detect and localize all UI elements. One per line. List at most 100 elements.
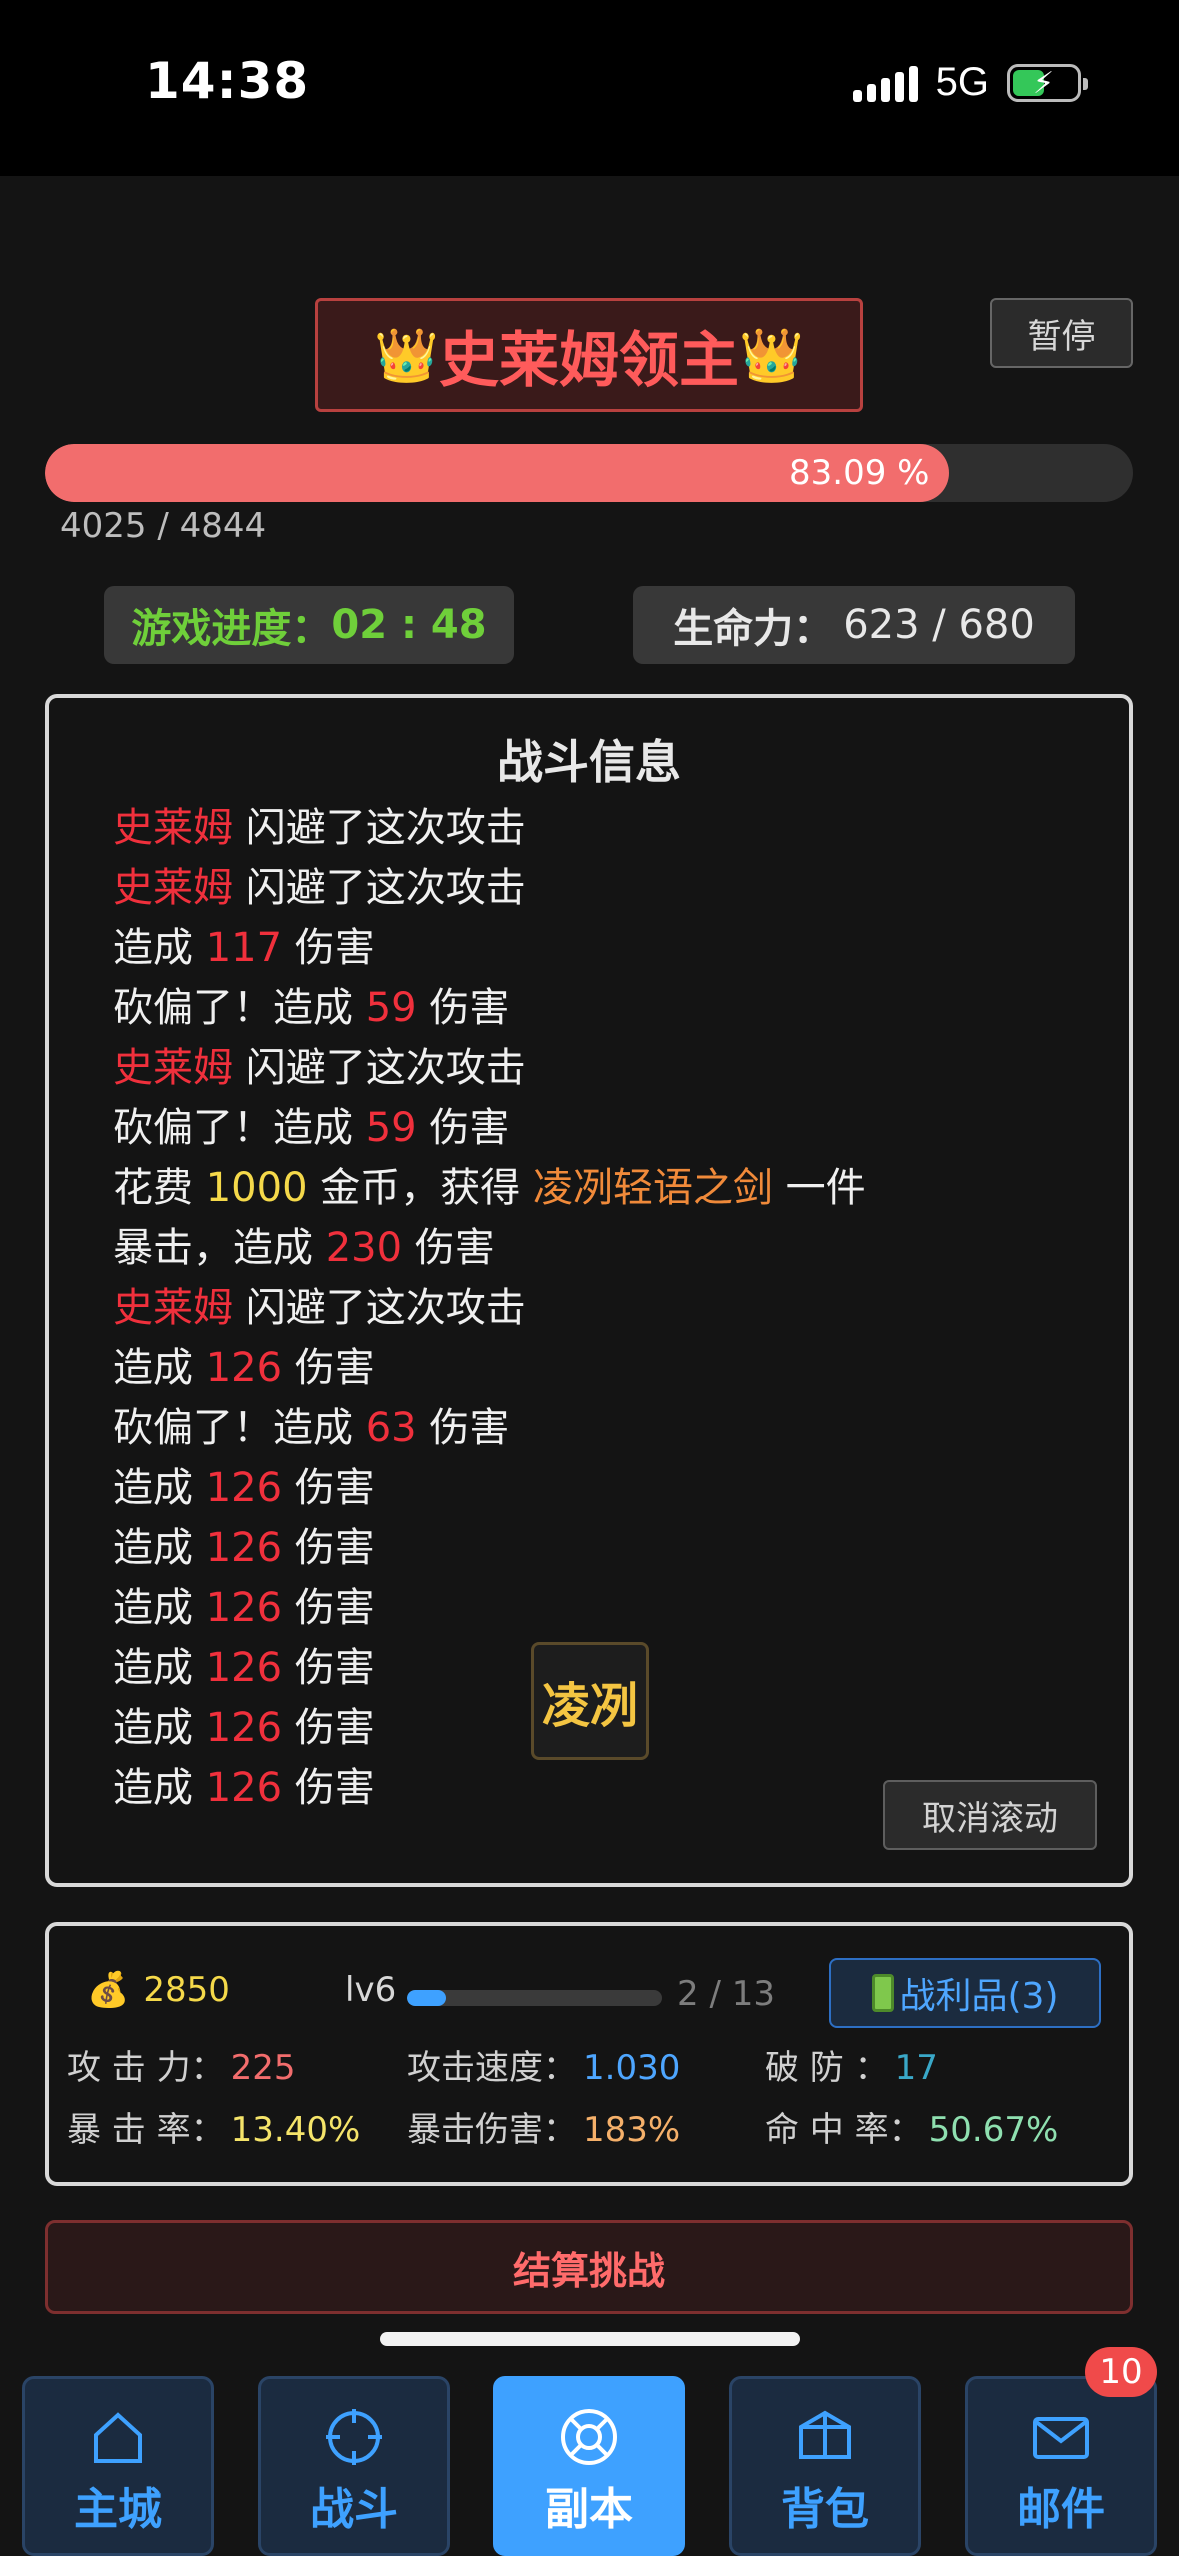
crown-icon: 👑: [739, 325, 804, 386]
battle-log-segment: 造成: [113, 1525, 206, 1571]
battle-log-line: 造成 126 伤害: [113, 1458, 1073, 1518]
stat-hit-rate: 命 中 率： 50.67%: [765, 2110, 1059, 2150]
status-time: 14:38: [145, 52, 310, 110]
battery-icon: ⚡: [1007, 63, 1088, 102]
battle-log-segment: 126: [205, 1705, 283, 1751]
skill-icon[interactable]: 凌冽: [531, 1642, 649, 1760]
mail-badge: 10: [1085, 2347, 1157, 2397]
battle-log-segment: 闪避了这次攻击: [233, 865, 526, 911]
battle-log-segment: 1000: [205, 1165, 308, 1211]
battle-log-segment: 造成: [113, 925, 206, 971]
battle-log-segment: 凌冽轻语之剑: [532, 1165, 773, 1211]
battle-log-segment: 造成: [113, 1645, 206, 1691]
battle-log-segment: 59: [365, 1105, 417, 1151]
battle-log-segment: 伤害: [282, 1585, 375, 1631]
stat-attack-speed: 攻击速度： 1.030: [407, 2048, 681, 2088]
battle-log-segment: 砍偏了！造成: [113, 1105, 366, 1151]
nav-battle[interactable]: 战斗: [258, 2376, 450, 2556]
gold-display: 💰 2850: [87, 1970, 230, 2010]
stat-attack: 攻 击 力： 225: [67, 2048, 296, 2088]
player-stats-panel: 💰 2850 lv6 2 / 13 战利品(3) 攻 击 力： 225 攻击速度：…: [45, 1922, 1133, 2186]
battle-log-line: 砍偏了！造成 63 伤害: [113, 1398, 1073, 1458]
battle-log-segment: 伤害: [416, 1405, 510, 1451]
battle-log-line: 史莱姆 闪避了这次攻击: [113, 1278, 1073, 1338]
battle-log-segment: 史莱姆: [113, 865, 233, 911]
status-indicators: 5G ⚡: [852, 60, 1088, 105]
loot-label: 战利品(3): [899, 1976, 1059, 2017]
battle-log-line: 史莱姆 闪避了这次攻击: [113, 798, 1073, 858]
vitality-value: 623 / 680: [843, 602, 1035, 648]
battle-log-segment: 造成: [113, 1765, 206, 1811]
nav-backpack[interactable]: 背包: [729, 2376, 921, 2556]
stat-crit-rate: 暴 击 率： 13.40%: [67, 2110, 361, 2150]
battle-info-panel[interactable]: 战斗信息 史莱姆 闪避了这次攻击 史莱姆 闪避了这次攻击 造成 117 伤害 砍偏了！…: [45, 694, 1133, 1887]
battle-log-line: 造成 126 伤害: [113, 1338, 1073, 1398]
game-progress-value: 02 : 48: [331, 602, 487, 648]
battle-log-segment: 126: [205, 1585, 283, 1631]
boss-name: 史莱姆领主: [439, 325, 739, 396]
battle-log-segment: 砍偏了！造成: [113, 1405, 366, 1451]
battle-log-line: 造成 117 伤害: [113, 918, 1073, 978]
home-indicator[interactable]: [380, 2332, 800, 2346]
boss-hp-bar: 83.09 %: [45, 444, 1133, 502]
battle-log-line: 造成 126 伤害: [113, 1578, 1073, 1638]
lifebuoy-icon: [561, 2409, 617, 2465]
xp-text: 2 / 13: [677, 1974, 775, 2014]
battle-log-segment: 史莱姆: [113, 1045, 233, 1091]
vitality-label: 生命力：: [673, 606, 834, 652]
signal-icon: [852, 64, 918, 102]
xp-bar: [407, 1990, 662, 2006]
nav-mail[interactable]: 邮件: [965, 2376, 1157, 2556]
network-type: 5G: [935, 60, 989, 104]
battle-log-segment: 230: [325, 1225, 403, 1271]
stat-armor-pen: 破 防 ： 17: [765, 2048, 938, 2088]
game-progress-pill: 游戏进度： 02 : 48: [104, 586, 514, 664]
boss-hp-text: 4025 / 4844: [60, 506, 267, 546]
nav-main-city[interactable]: 主城: [22, 2376, 214, 2556]
battle-log-line: 花费 1000 金币，获得 凌冽轻语之剑 一件: [113, 1158, 1073, 1218]
loot-button[interactable]: 战利品(3): [829, 1958, 1101, 2028]
battery-loot-icon: [871, 1974, 894, 2012]
battle-log-segment: 伤害: [402, 1225, 495, 1271]
battle-log-line: 砍偏了！造成 59 伤害: [113, 1098, 1073, 1158]
battle-log-segment: 闪避了这次攻击: [233, 1285, 526, 1331]
battle-log-segment: 伤害: [282, 1765, 375, 1811]
battle-log-line: 砍偏了！造成 59 伤害: [113, 978, 1073, 1038]
player-level: lv6: [345, 1970, 397, 2010]
battle-log-segment: 伤害: [282, 1465, 375, 1511]
vitality-pill: 生命力： 623 / 680: [633, 586, 1075, 664]
stat-crit-damage: 暴击伤害： 183%: [407, 2110, 681, 2150]
battle-log-segment: 126: [205, 1345, 283, 1391]
pause-button[interactable]: 暂停: [990, 298, 1133, 368]
battle-log-segment: 砍偏了！造成: [113, 985, 366, 1031]
battle-log-segment: 伤害: [416, 1105, 510, 1151]
cancel-scroll-button[interactable]: 取消滚动: [883, 1780, 1097, 1850]
battle-log-segment: 59: [365, 985, 417, 1031]
battle-log-segment: 伤害: [282, 1645, 375, 1691]
battle-log-segment: 伤害: [282, 925, 375, 971]
battle-log-segment: 闪避了这次攻击: [233, 805, 526, 851]
boss-name-banner: 👑 史莱姆领主 👑: [315, 298, 863, 412]
home-icon: [94, 2412, 142, 2463]
mail-icon: [1033, 2417, 1089, 2459]
battle-log-segment: 闪避了这次攻击: [233, 1045, 526, 1091]
status-bar: 14:38 5G ⚡: [0, 0, 1179, 176]
battle-log-segment: 伤害: [282, 1345, 375, 1391]
battle-log-segment: 126: [205, 1525, 283, 1571]
crown-icon: 👑: [374, 325, 439, 386]
battle-log-segment: 造成: [113, 1345, 206, 1391]
battle-log-line: 造成 126 伤害: [113, 1518, 1073, 1578]
skill-icon-label: 凌冽: [541, 1678, 638, 1734]
nav-dungeon[interactable]: 副本: [493, 2376, 685, 2556]
battle-log-segment: 史莱姆: [113, 805, 233, 851]
gold-amount: 2850: [143, 1970, 230, 2010]
money-bag-icon: 💰: [87, 1970, 130, 2010]
boss-hp-percent: 83.09 %: [789, 453, 930, 493]
game-screen: 👑 史莱姆领主 👑 暂停 83.09 % 4025 / 4844 游戏进度： 0…: [0, 176, 1179, 2556]
battle-log-segment: 史莱姆: [113, 1285, 233, 1331]
battle-log-segment: 花费: [113, 1165, 206, 1211]
battle-log-segment: 伤害: [282, 1525, 375, 1571]
settle-challenge-button[interactable]: 结算挑战: [45, 2220, 1133, 2314]
battle-log-segment: 金币，获得: [307, 1165, 533, 1211]
battle-info-title: 战斗信息: [497, 735, 681, 789]
